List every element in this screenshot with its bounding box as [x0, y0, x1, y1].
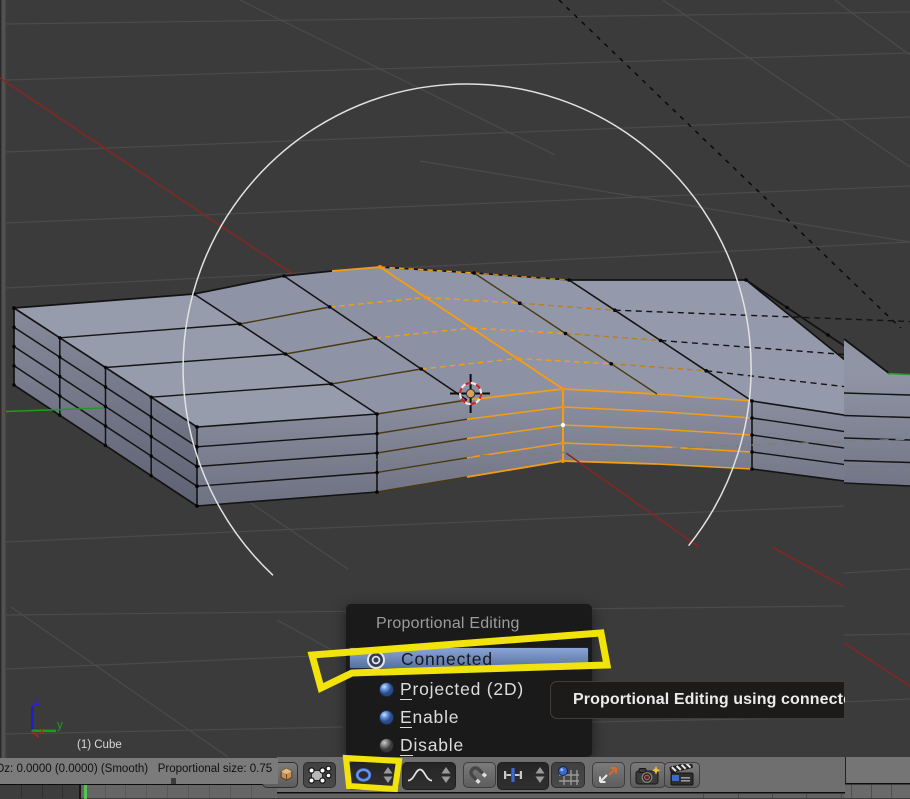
svg-text:y: y	[57, 720, 63, 732]
svg-text:z: z	[34, 696, 40, 708]
svg-text:(1) Cube: (1) Cube	[77, 739, 122, 751]
svg-text:x: x	[40, 726, 45, 736]
